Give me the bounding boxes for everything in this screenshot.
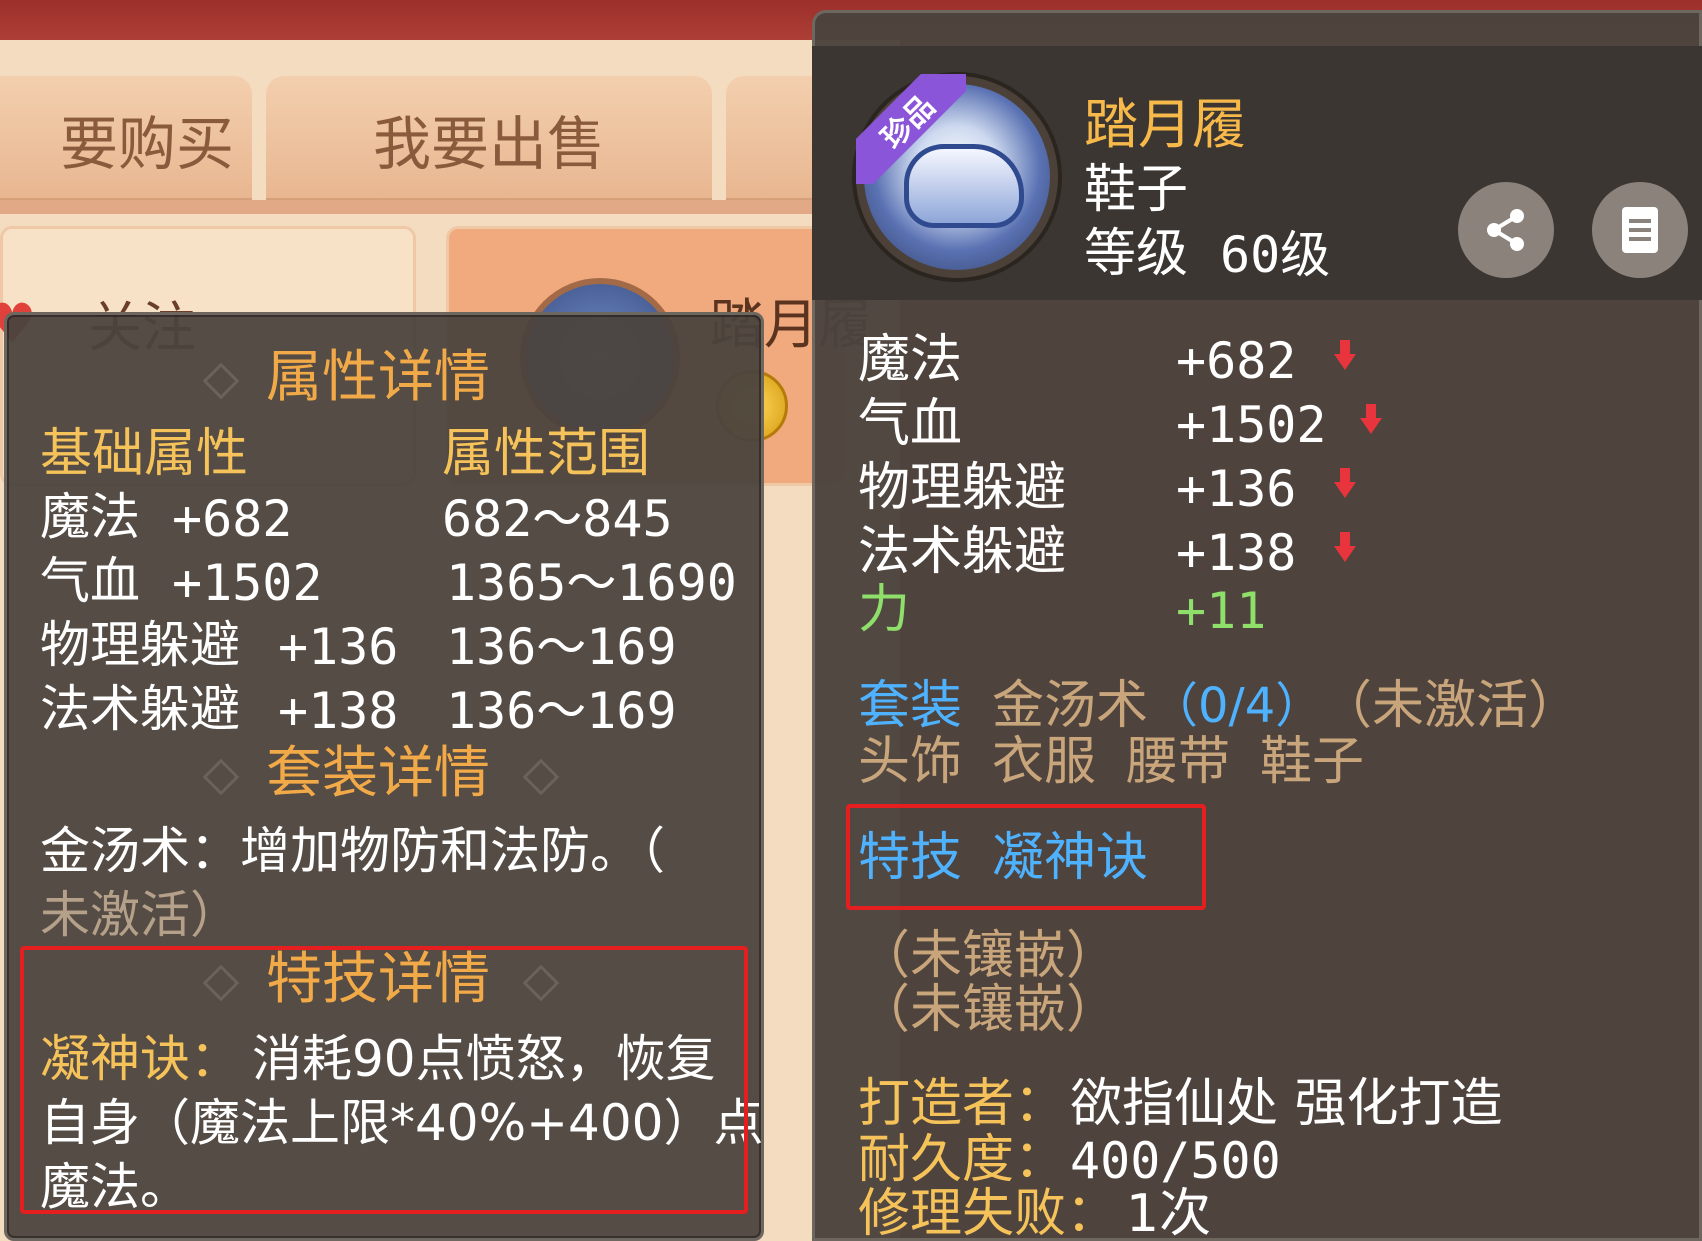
stat-value: +1502 [1176,396,1327,454]
attr-range: 136～169 [446,618,677,676]
set-label: 套装 [858,676,963,736]
maker-value: 欲指仙处 强化打造 [1070,1074,1503,1134]
set-part: 衣服 [992,732,1097,792]
skill-highlight-box [846,804,1206,910]
set-part: 腰带 [1126,732,1231,792]
attr-range: 136～169 [446,682,677,740]
set-part: 鞋子 [1260,732,1365,792]
document-icon [1622,207,1658,253]
tab-underline [0,200,900,214]
attr-value: +138 [278,682,399,740]
bonus-stat-name: 力 [858,580,911,640]
set-name: 金汤术 [992,676,1149,736]
stat-value: +138 [1176,524,1297,582]
rare-badge-label: 珍品 [856,74,966,184]
gem-slot: （未镶嵌） [858,980,1119,1040]
stat-name: 物理躲避 [858,458,1067,518]
attr-name: 物理躲避 [40,616,240,674]
item-type: 鞋子 [1084,160,1189,220]
attr-range-header: 属性范围 [442,424,651,484]
set-part: 头饰 [858,732,963,792]
repair-fail-value: 1次 [1126,1184,1212,1241]
attr-value: +682 [172,490,293,548]
set-description: 金汤术：增加物防和法防。（ [40,822,665,880]
item-level-value: 60级 [1220,226,1331,284]
set-progress: （0/4） [1150,678,1324,734]
detail-button[interactable] [1592,182,1688,278]
attr-range: 682～845 [442,490,673,548]
skill-highlight-box [20,946,748,1214]
decrease-arrow-icon [1334,468,1356,502]
gem-slot: （未镶嵌） [858,926,1119,986]
bonus-stat-value: +11 [1176,582,1267,640]
attr-range: 1365～1690 [446,554,737,612]
stat-name: 法术躲避 [858,522,1067,582]
set-status: 未激活） [40,886,240,944]
tab-sell[interactable]: 我要出售 [266,76,712,202]
durability-label: 耐久度： [858,1130,1067,1190]
maker-label: 打造者： [858,1074,1067,1134]
decrease-arrow-icon [1334,340,1356,374]
attr-detail-title: 属性详情 [266,345,490,410]
attr-value: +1502 [172,554,323,612]
set-status: （未激活） [1320,676,1581,736]
item-name: 踏月履 [1084,93,1246,156]
rare-badge: 珍品 [856,74,966,184]
attr-value: +136 [278,618,399,676]
share-icon [1487,209,1524,251]
attr-name: 魔法 [40,488,140,546]
repair-fail-label: 修理失败： [858,1184,1119,1241]
attr-name: 气血 [40,552,140,610]
stat-name: 气血 [858,394,963,454]
decrease-arrow-icon [1360,404,1382,438]
base-attr-header: 基础属性 [40,424,249,484]
set-detail-title: 套装详情 [266,741,490,806]
stat-value: +136 [1176,460,1297,518]
share-button[interactable] [1458,182,1554,278]
durability-value: 400/500 [1070,1132,1281,1190]
attr-name: 法术躲避 [40,680,240,738]
item-level-label: 等级 [1084,224,1189,284]
stat-name: 魔法 [858,330,963,390]
tab-buy[interactable]: 要购买 [0,76,252,202]
decrease-arrow-icon [1334,532,1356,566]
stat-value: +682 [1176,332,1297,390]
